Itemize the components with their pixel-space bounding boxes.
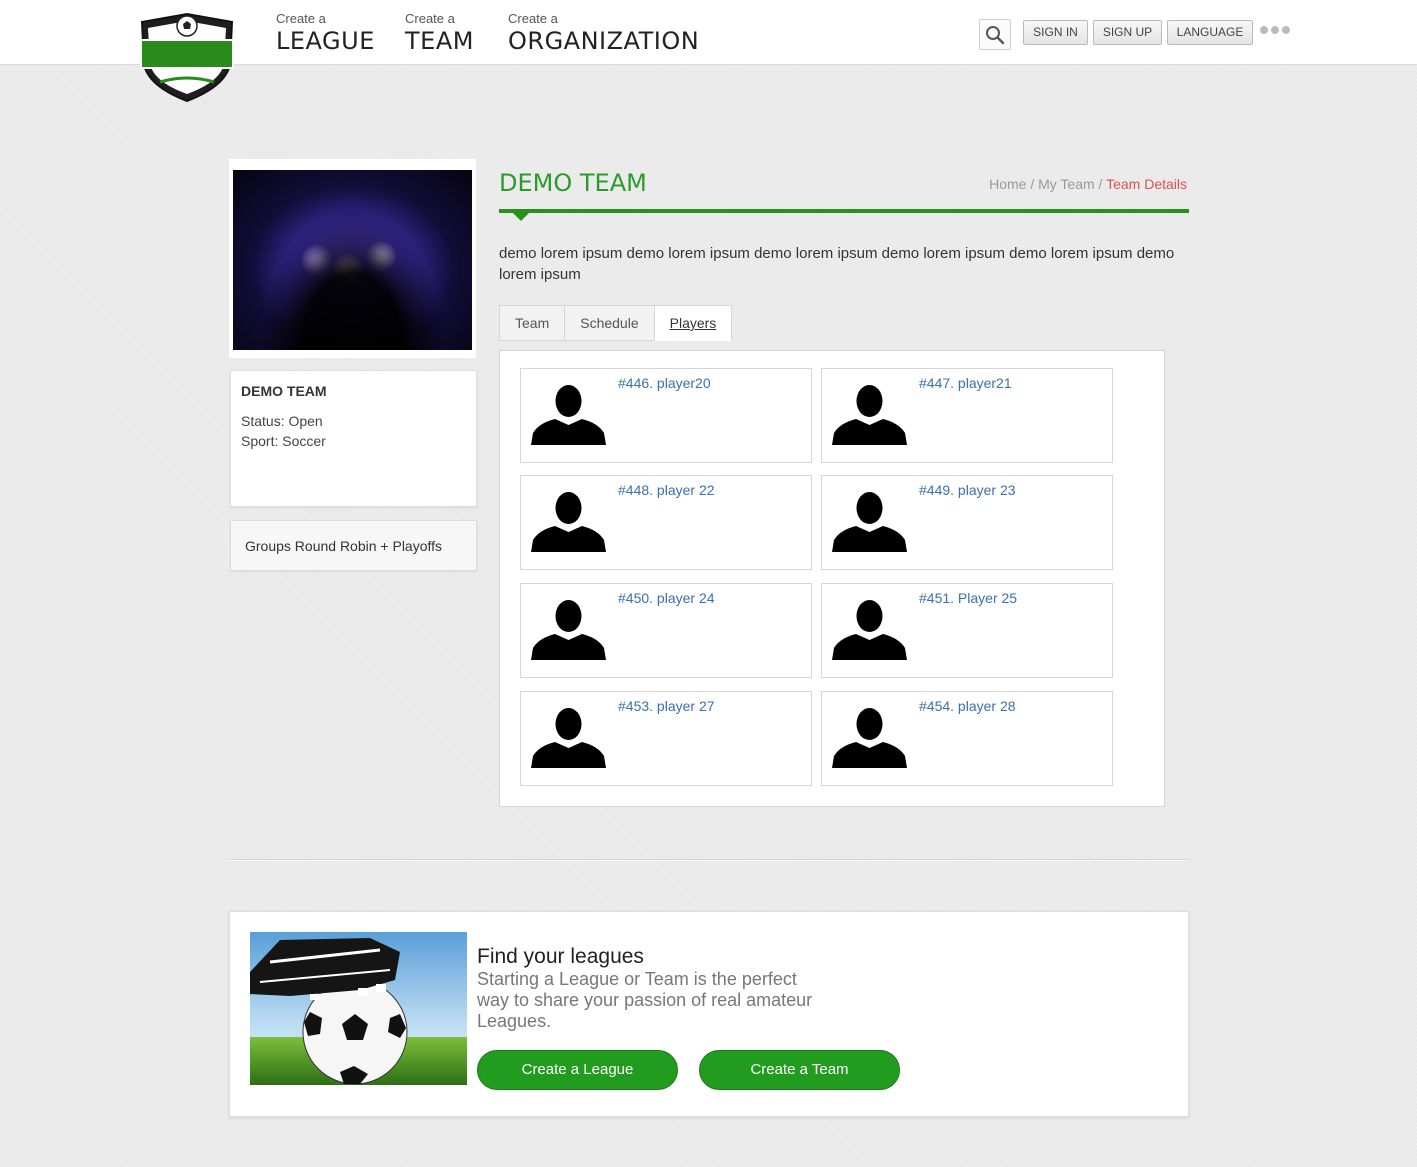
players-panel: #446. player20 #447. player21 #448. play… — [499, 350, 1165, 807]
page-title: DEMO TEAM — [499, 169, 647, 197]
team-description: demo lorem ipsum demo lorem ipsum demo l… — [499, 245, 1175, 283]
breadcrumb-home[interactable]: Home — [989, 176, 1026, 192]
nav-create-league-big: LEAGUE — [276, 27, 375, 55]
nav-create-organization[interactable]: Create a ORGANIZATION — [508, 11, 699, 55]
team-tabs: Team Schedule Players — [499, 305, 733, 341]
sign-in-button[interactable]: SIGN IN — [1023, 20, 1088, 45]
player-name-link[interactable]: #451. Player 25 — [919, 590, 1017, 606]
create-league-button[interactable]: Create a League — [477, 1050, 678, 1090]
tab-team[interactable]: Team — [499, 305, 566, 341]
nav-create-team[interactable]: Create a TEAM — [405, 11, 474, 55]
player-avatar-icon — [531, 492, 606, 552]
nav-create-team-small: Create a — [405, 11, 455, 26]
player-avatar-icon — [832, 492, 907, 552]
player-card[interactable]: #454. player 28 — [821, 691, 1113, 786]
breadcrumb: Home / My Team / Team Details — [989, 176, 1187, 192]
player-name-link[interactable]: #453. player 27 — [618, 698, 715, 714]
nav-create-league[interactable]: Create a LEAGUE — [276, 11, 375, 55]
search-icon — [986, 25, 1005, 44]
team-status: Status: Open — [241, 413, 323, 429]
breadcrumb-my-team[interactable]: My Team — [1038, 176, 1095, 192]
player-card[interactable]: #453. player 27 — [520, 691, 812, 786]
breadcrumb-current: Team Details — [1106, 176, 1187, 192]
player-card[interactable]: #451. Player 25 — [821, 583, 1113, 678]
player-name-link[interactable]: #450. player 24 — [618, 590, 715, 606]
nav-create-organization-big: ORGANIZATION — [508, 27, 700, 55]
player-name-link[interactable]: #449. player 23 — [919, 482, 1016, 498]
title-divider — [499, 209, 1189, 213]
title-divider-caret — [512, 212, 530, 221]
breadcrumb-separator: / — [1094, 176, 1107, 192]
player-avatar-icon — [531, 708, 606, 768]
create-team-button[interactable]: Create a Team — [699, 1050, 900, 1090]
player-card[interactable]: #447. player21 — [821, 368, 1113, 463]
player-avatar-icon — [832, 385, 907, 445]
promo-text: Starting a League or Team is the perfect… — [477, 969, 813, 1031]
site-logo[interactable] — [138, 12, 236, 103]
player-name-link[interactable]: #446. player20 — [618, 375, 711, 391]
player-card[interactable]: #448. player 22 — [520, 475, 812, 570]
find-leagues-promo: Find your leagues Starting a League or T… — [229, 911, 1189, 1117]
player-avatar-icon — [531, 600, 606, 660]
team-info-box: DEMO TEAM Status: Open Sport: Soccer — [230, 370, 477, 507]
team-info-title: DEMO TEAM — [241, 383, 327, 399]
team-sport: Sport: Soccer — [241, 433, 326, 449]
promo-title: Find your leagues — [477, 945, 644, 968]
language-button[interactable]: LANGUAGE — [1167, 20, 1253, 45]
player-avatar-icon — [832, 600, 907, 660]
player-card[interactable]: #450. player 24 — [520, 583, 812, 678]
player-card[interactable]: #449. player 23 — [821, 475, 1113, 570]
nav-create-team-big: TEAM — [405, 27, 474, 55]
breadcrumb-separator: / — [1026, 176, 1039, 192]
player-name-link[interactable]: #447. player21 — [919, 375, 1012, 391]
player-name-link[interactable]: #448. player 22 — [618, 482, 715, 498]
nav-create-league-small: Create a — [276, 11, 326, 26]
search-button[interactable] — [979, 19, 1011, 50]
tab-schedule[interactable]: Schedule — [564, 305, 655, 341]
player-name-link[interactable]: #454. player 28 — [919, 698, 1016, 714]
player-card[interactable]: #446. player20 — [520, 368, 812, 463]
soccer-ball-image — [250, 932, 467, 1085]
team-format-box: Groups Round Robin + Playoffs — [230, 520, 477, 571]
team-photo-image — [233, 170, 472, 350]
sign-up-button[interactable]: SIGN UP — [1093, 20, 1162, 45]
team-photo — [229, 159, 476, 358]
nav-create-organization-small: Create a — [508, 11, 558, 26]
more-menu-icon[interactable] — [1260, 26, 1290, 34]
player-avatar-icon — [531, 385, 606, 445]
section-divider — [229, 859, 1189, 860]
tab-players[interactable]: Players — [653, 305, 733, 341]
player-avatar-icon — [832, 708, 907, 768]
